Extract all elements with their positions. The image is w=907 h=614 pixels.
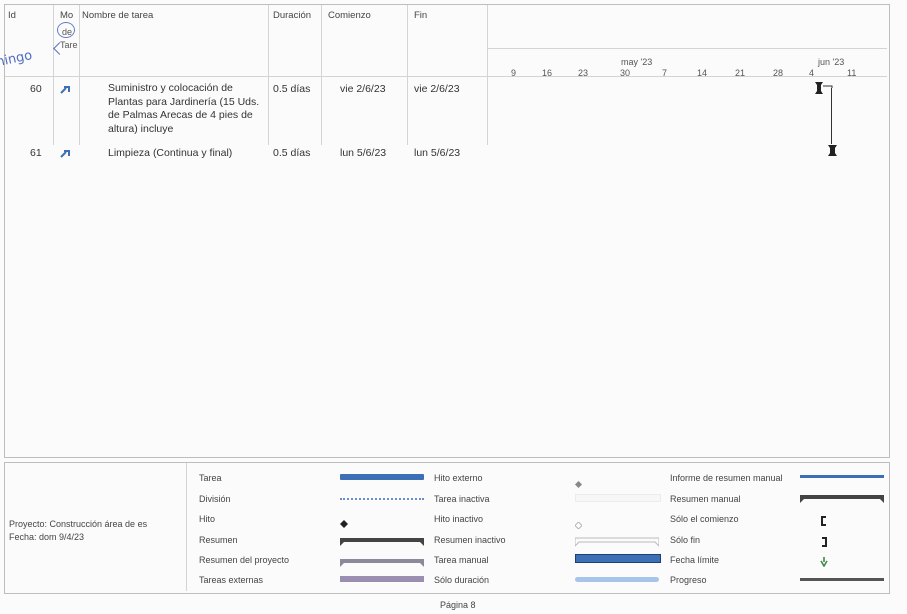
- legend-label-hito-inactivo: Hito inactivo: [434, 514, 484, 524]
- timeline-month-jun: jun '23: [818, 57, 845, 67]
- row-60-id: 60: [30, 83, 42, 95]
- col-divider-name: [79, 5, 80, 145]
- manual-task-mode-icon: [60, 146, 74, 164]
- legend-swatch-tarea-manual: [575, 554, 661, 563]
- col-divider-chart: [487, 5, 488, 145]
- legend-swatch-tareas-externas: [340, 576, 424, 582]
- row-60-finish: vie 2/6/23: [414, 83, 460, 95]
- legend-label-tareas-externas: Tareas externas: [199, 575, 264, 585]
- legend-label-tarea-manual: Tarea manual: [434, 555, 489, 565]
- col-divider-start: [321, 5, 322, 145]
- legend-label-tarea-inactiva: Tarea inactiva: [434, 494, 490, 504]
- handwritten-circle: [57, 22, 75, 38]
- legend-swatch-informe-resumen-manual: [800, 475, 884, 478]
- timeline-day-16: 16: [542, 68, 553, 78]
- manual-task-mode-icon: [60, 82, 74, 100]
- legend-swatch-resumen-manual: [800, 491, 884, 509]
- timeline-month-line: [488, 48, 887, 49]
- col-divider-finish: [407, 5, 408, 145]
- table-frame: [4, 4, 890, 458]
- gantt-bar-row-60: [814, 80, 844, 101]
- legend-swatch-hito-externo: [575, 475, 582, 493]
- legend-label-division: División: [199, 494, 231, 504]
- header-finish: Fin: [414, 10, 428, 21]
- legend-divider: [186, 463, 187, 591]
- timeline-day-11: 11: [847, 68, 857, 78]
- timeline-day-23: 23: [578, 68, 589, 78]
- timeline-day-21: 21: [735, 68, 746, 78]
- legend-swatch-hito-inactivo: [574, 516, 583, 534]
- legend-swatch-progreso: [800, 578, 884, 581]
- legend-label-progreso: Progreso: [670, 575, 707, 585]
- legend-swatch-tarea: [340, 474, 424, 480]
- legend-label-solo-duracion: Sólo duración: [434, 575, 490, 585]
- legend-label-resumen: Resumen: [199, 535, 238, 545]
- legend-swatch-solo-duracion: [575, 577, 659, 582]
- legend-label-resumen-proyecto: Resumen del proyecto: [199, 555, 290, 565]
- legend-label-informe-resumen-manual: Informe de resumen manual: [670, 473, 783, 483]
- legend-label-resumen-inactivo: Resumen inactivo: [434, 535, 506, 545]
- timeline-day-28: 28: [773, 68, 784, 78]
- header-task-name: Nombre de tarea: [82, 10, 154, 21]
- row-61-finish: lun 5/6/23: [414, 147, 461, 159]
- row-61-start: lun 5/6/23: [340, 147, 387, 159]
- legend-swatch-fecha-limite: [820, 554, 828, 572]
- row-61-id: 61: [30, 147, 42, 159]
- timeline-day-14: 14: [697, 68, 708, 78]
- col-divider-id: [53, 5, 54, 145]
- project-date: Fecha: dom 9/4/23: [9, 532, 85, 542]
- timeline-day-7: 7: [662, 68, 668, 78]
- header-duration: Duración: [273, 10, 312, 21]
- legend-swatch-resumen: [340, 534, 424, 552]
- legend-label-hito-externo: Hito externo: [434, 473, 483, 483]
- legend-label-tarea: Tarea: [199, 473, 222, 483]
- legend-label-solo-comienzo: Sólo el comienzo: [670, 514, 739, 524]
- legend-swatch-solo-fin: [820, 534, 828, 552]
- legend-label-solo-fin: Sólo fin: [670, 535, 701, 545]
- header-start: Comienzo: [328, 10, 371, 21]
- row-60-start: vie 2/6/23: [340, 83, 386, 95]
- legend-swatch-solo-comienzo: [820, 513, 828, 531]
- row-60-task-name: Suministro y colocación de Plantas para …: [108, 82, 260, 135]
- col-divider-duration: [268, 5, 269, 145]
- legend-swatch-tarea-inactiva: [575, 494, 661, 502]
- legend-label-fecha-limite: Fecha límite: [670, 555, 720, 565]
- header-bottom-line: [5, 76, 887, 77]
- timeline-month-may: may '23: [621, 57, 653, 67]
- header-id: Id: [8, 10, 16, 21]
- gantt-bar-row-61: [827, 144, 839, 163]
- timeline-day-30: 30: [620, 68, 631, 78]
- legend-label-hito: Hito: [199, 514, 216, 524]
- timeline-day-9: 9: [511, 68, 517, 78]
- legend-swatch-division: [340, 498, 424, 500]
- legend-swatch-resumen-inactivo: [574, 534, 660, 552]
- row-61-task-name: Limpieza (Continua y final): [108, 147, 233, 159]
- row-60-duration: 0.5 días: [273, 83, 311, 95]
- row-61-duration: 0.5 días: [273, 147, 311, 159]
- project-name: Proyecto: Construcción área de es: [9, 519, 148, 529]
- page-number: Página 8: [440, 600, 476, 610]
- header-mode: Mo: [60, 10, 74, 21]
- legend-swatch-resumen-proyecto: [340, 555, 424, 573]
- timeline-day-4: 4: [809, 68, 815, 78]
- dependency-link-line: [831, 88, 832, 144]
- legend-swatch-hito: [340, 515, 348, 533]
- legend-label-resumen-manual: Resumen manual: [670, 494, 741, 504]
